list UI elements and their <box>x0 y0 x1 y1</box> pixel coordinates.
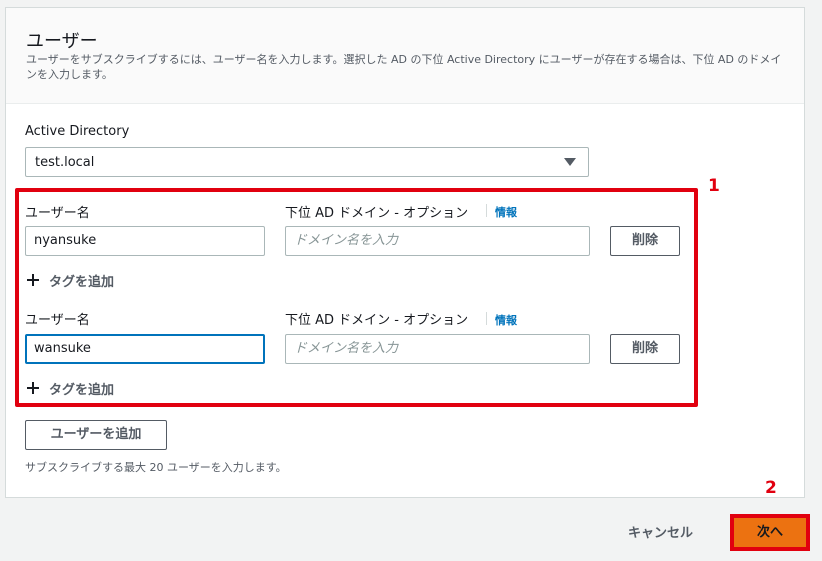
directory-select[interactable]: test.local <box>25 147 589 177</box>
next-button[interactable]: 次へ <box>734 518 806 547</box>
directory-label: Active Directory <box>25 124 130 139</box>
panel-title: ユーザー <box>26 31 98 52</box>
caret-down-icon <box>564 158 576 166</box>
panel-description: ユーザーをサブスクライブするには、ユーザー名を入力します。選択した AD の下位… <box>26 53 782 81</box>
cancel-button[interactable]: キャンセル <box>628 522 693 541</box>
annotation-number-1: 1 <box>708 176 720 196</box>
panel-header: ユーザー ユーザーをサブスクライブするには、ユーザー名を入力します。選択した A… <box>6 8 804 104</box>
add-user-button[interactable]: ユーザーを追加 <box>25 420 167 450</box>
directory-select-value: test.local <box>35 155 95 170</box>
annotation-box-1 <box>15 188 698 407</box>
max-users-hint: サブスクライブする最大 20 ユーザーを入力します。 <box>25 461 287 474</box>
annotation-box-2: 次へ <box>730 514 810 551</box>
annotation-number-2: 2 <box>765 478 777 498</box>
